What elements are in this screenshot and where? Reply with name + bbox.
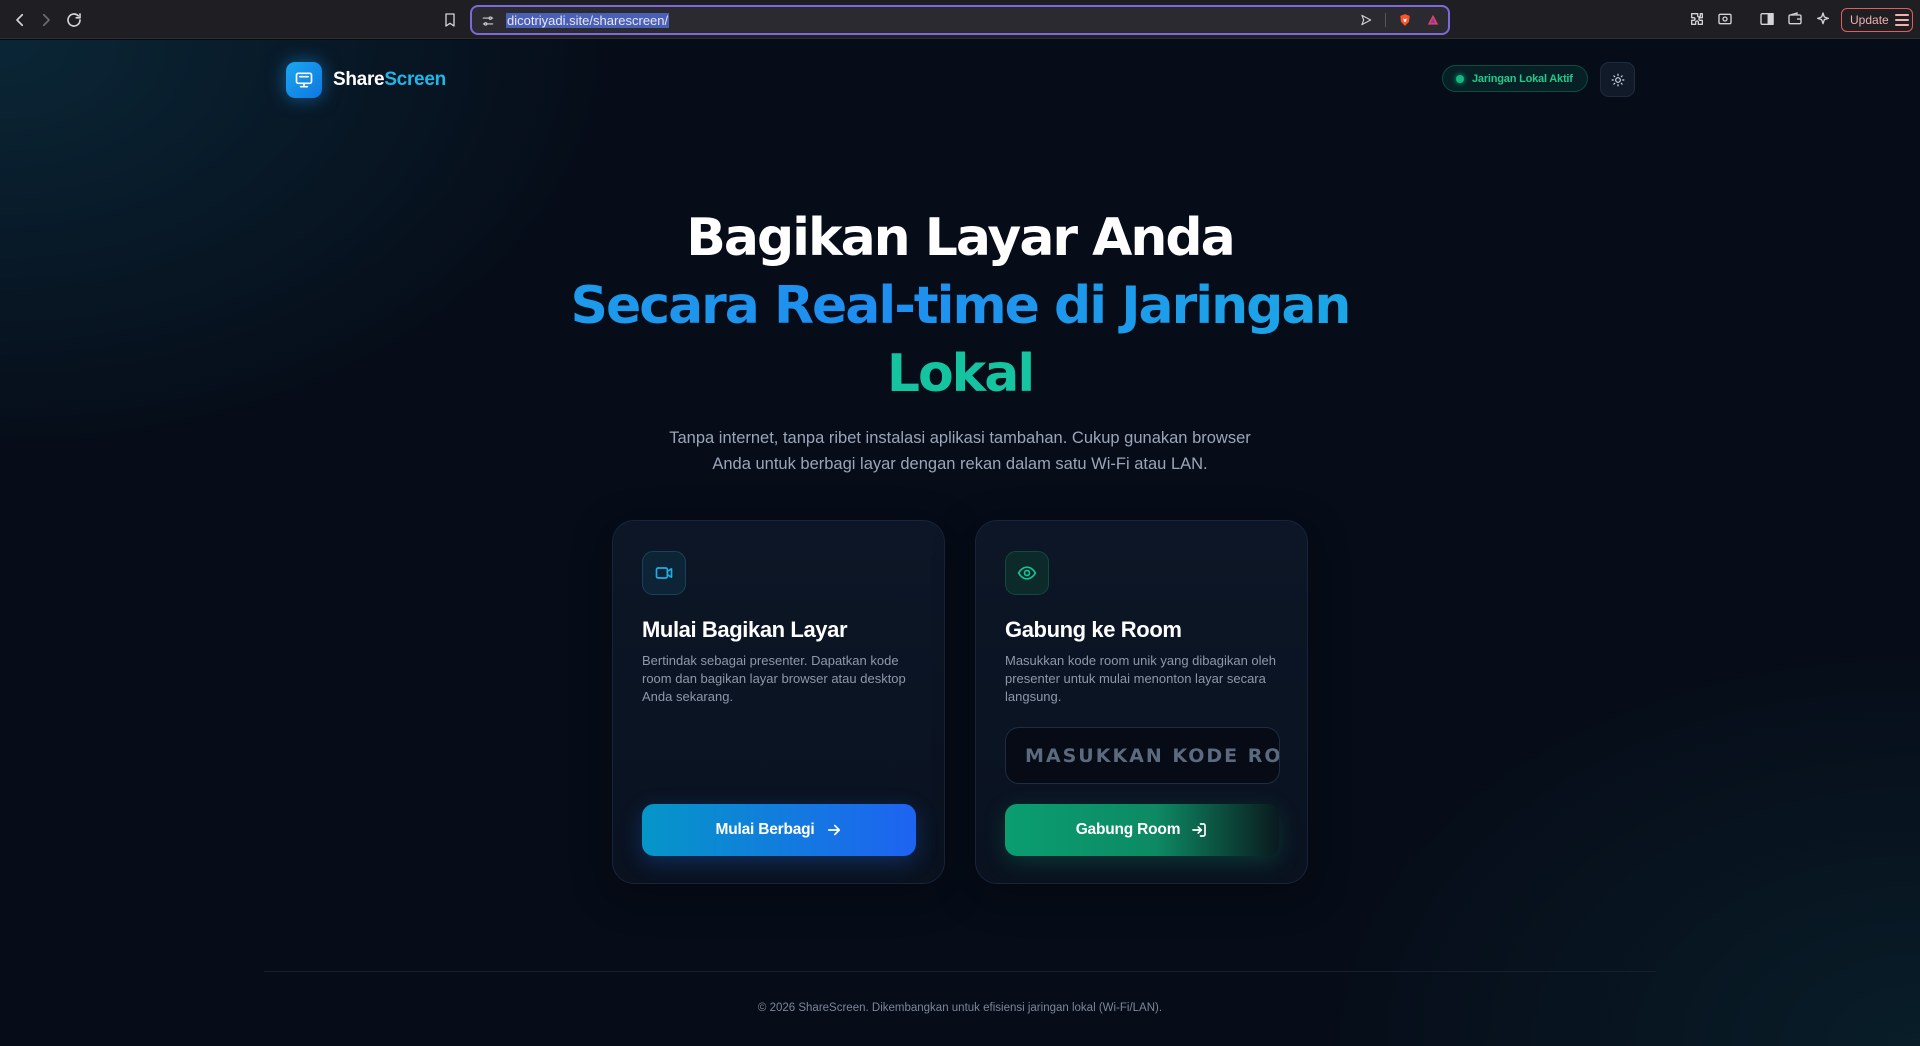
eye-icon — [1005, 551, 1049, 595]
brave-shields-icon[interactable] — [1396, 11, 1414, 29]
extensions-icon[interactable] — [1688, 9, 1706, 29]
update-button[interactable]: Update — [1841, 8, 1913, 32]
bookmark-button[interactable] — [439, 9, 461, 31]
sidebar-toggle-icon[interactable] — [1758, 9, 1776, 29]
reload-button[interactable] — [63, 9, 85, 31]
url-text[interactable]: dicotriyadi.site/sharescreen/ — [506, 13, 670, 28]
join-room-title: Gabung ke Room — [1005, 617, 1182, 642]
footer-copyright: © 2026 ShareScreen. Dikembangkan untuk e… — [757, 1002, 1163, 1014]
forward-button[interactable] — [35, 9, 57, 31]
start-sharing-title: Mulai Bagikan Layar — [642, 617, 848, 642]
screenshot-icon[interactable] — [1716, 9, 1734, 29]
join-room-card: Gabung ke Room Masukkan kode room unik y… — [975, 520, 1308, 884]
address-bar[interactable]: dicotriyadi.site/sharescreen/ — [470, 5, 1450, 35]
brand-name: ShareScreen — [333, 69, 446, 91]
hero-title-line1: Bagikan Layar Anda — [686, 208, 1236, 268]
start-sharing-button[interactable]: Mulai Berbagi — [642, 804, 916, 856]
video-camera-icon — [642, 551, 686, 595]
start-sharing-description: Bertindak sebagai presenter. Dapatkan ko… — [642, 653, 906, 704]
footer-divider — [264, 971, 1656, 972]
bookmark-icon — [445, 13, 455, 27]
wallet-icon[interactable] — [1786, 9, 1804, 29]
room-code-input[interactable] — [1005, 727, 1280, 784]
page: ShareScreen Jaringan Lokal Aktif Bagikan… — [0, 40, 1920, 1046]
start-sharing-button-label: Mulai Berbagi — [715, 821, 815, 838]
status-dot-icon — [1456, 74, 1464, 83]
hero-title-line2: Secara Real-time di Jaringan — [0, 276, 1920, 336]
menu-icon — [1894, 14, 1909, 26]
separator — [1385, 13, 1386, 27]
leo-ai-icon[interactable] — [1814, 9, 1832, 29]
hero-subtitle-line1: Tanpa internet, tanpa ribet instalasi ap… — [669, 429, 1251, 447]
browser-toolbar: dicotriyadi.site/sharescreen/ Update — [0, 0, 1920, 39]
reload-icon — [67, 13, 81, 27]
chevron-left-icon — [16, 13, 24, 27]
hero-title-line3: Lokal — [0, 344, 1920, 404]
monitor-icon — [286, 62, 322, 98]
brand[interactable]: ShareScreen — [286, 62, 446, 98]
sun-icon — [1611, 73, 1624, 86]
brand-name-part1: Share — [333, 69, 385, 90]
theme-toggle-button[interactable] — [1600, 62, 1635, 97]
join-room-description: Masukkan kode room unik yang dibagikan o… — [1005, 653, 1277, 704]
brave-rewards-icon[interactable] — [1424, 11, 1442, 29]
back-button[interactable] — [9, 9, 31, 31]
network-status-badge: Jaringan Lokal Aktif — [1442, 65, 1588, 92]
network-status-label: Jaringan Lokal Aktif — [1472, 72, 1573, 85]
brand-name-part2: Screen — [384, 69, 446, 90]
update-label: Update — [1850, 13, 1889, 27]
hero-subtitle-line2: Anda untuk berbagi layar dengan rekan da… — [712, 455, 1208, 473]
chevron-right-icon — [42, 13, 50, 27]
start-sharing-card: Mulai Bagikan Layar Bertindak sebagai pr… — [612, 520, 945, 884]
site-settings-icon[interactable] — [480, 13, 496, 29]
join-room-button-label: Gabung Room — [1075, 821, 1181, 838]
hero-subtitle: Tanpa internet, tanpa ribet instalasi ap… — [640, 425, 1280, 477]
send-icon[interactable] — [1357, 11, 1375, 29]
join-room-button[interactable]: Gabung Room — [1005, 804, 1279, 856]
arrow-right-icon — [827, 824, 840, 836]
log-in-icon — [1192, 823, 1207, 837]
